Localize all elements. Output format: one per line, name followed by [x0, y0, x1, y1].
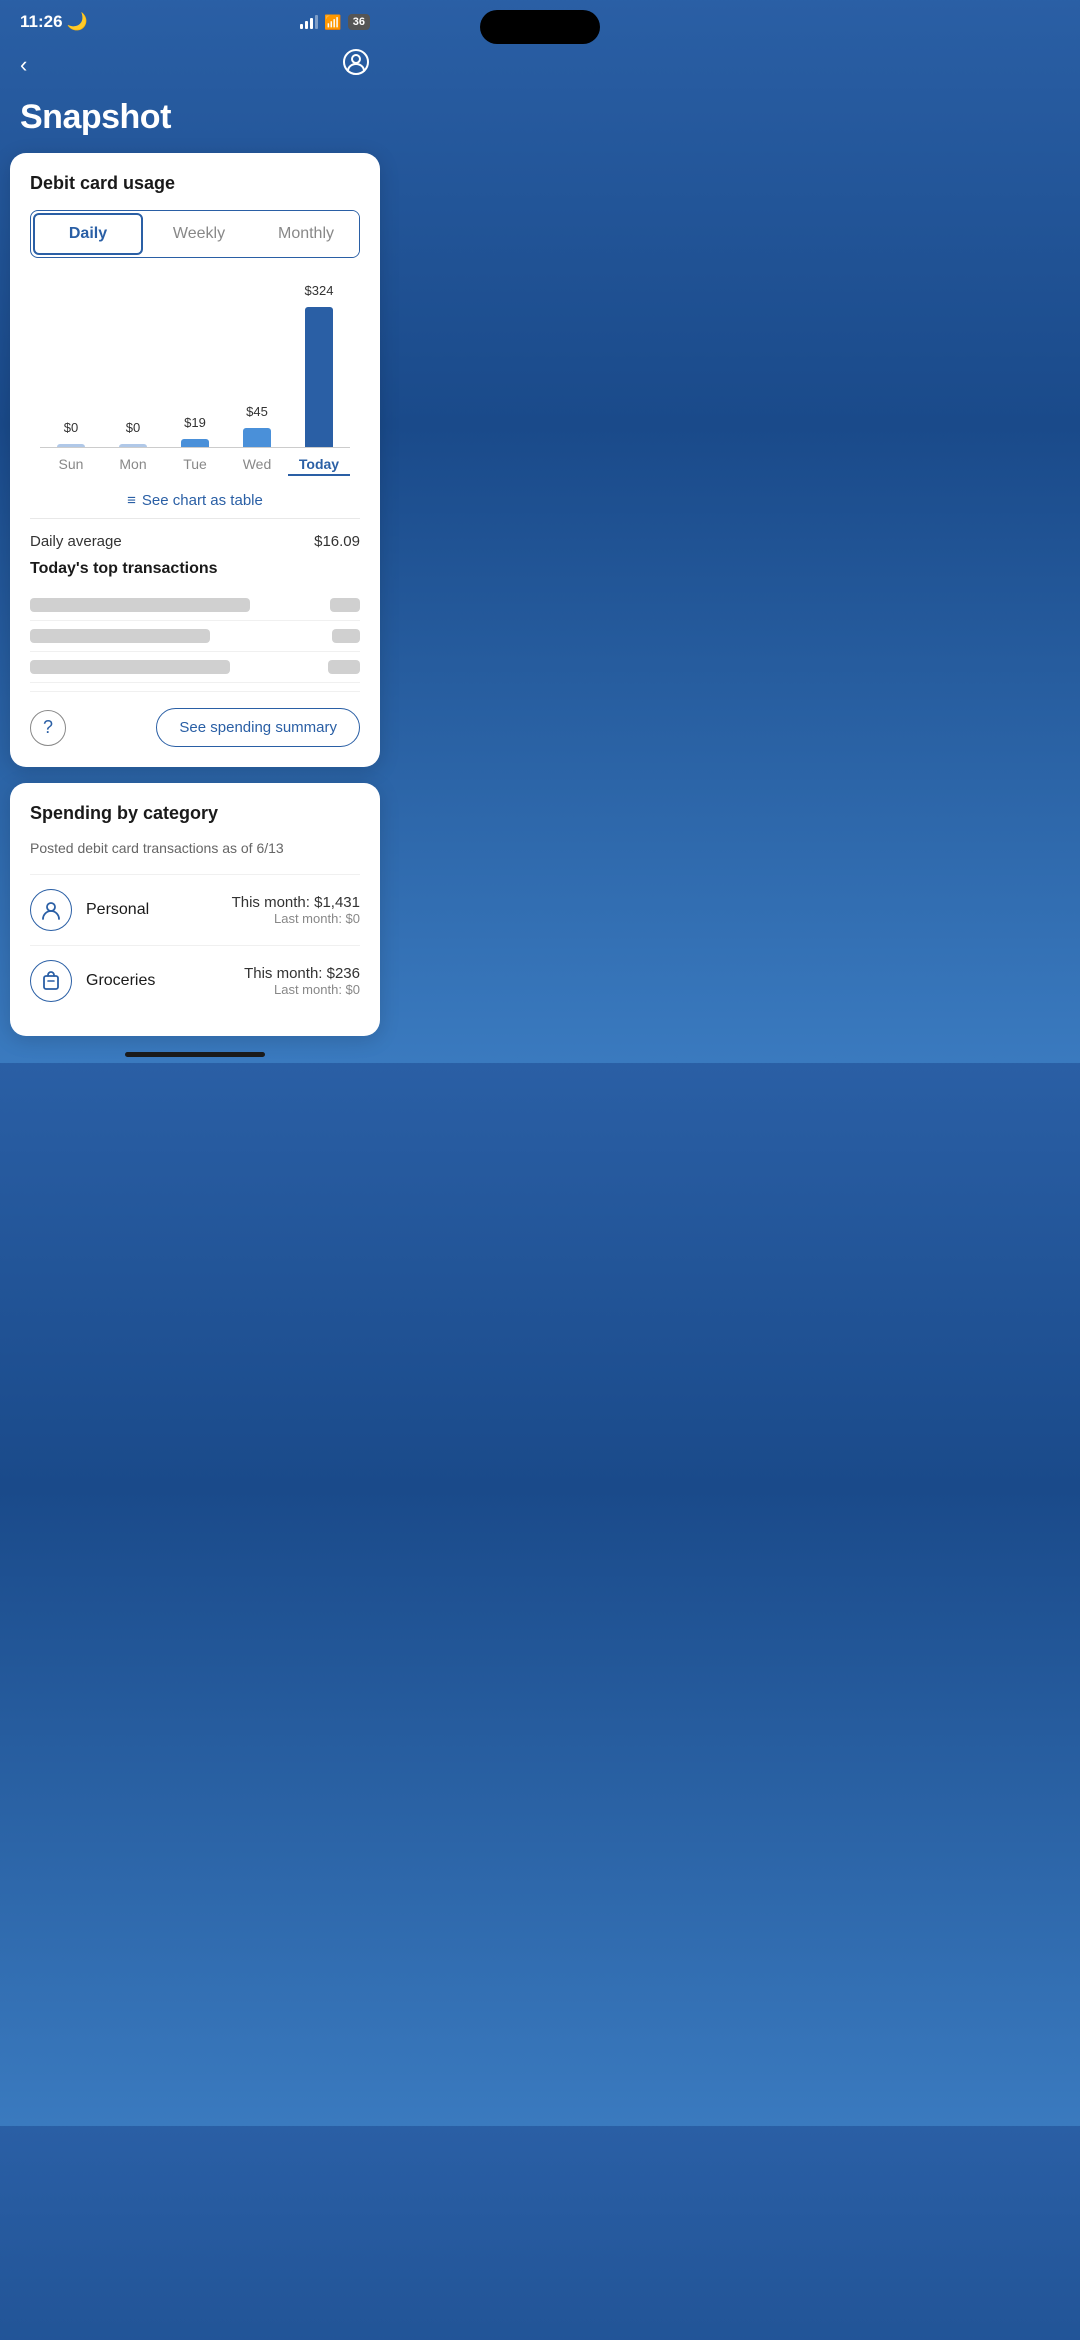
- category-groceries-row[interactable]: Groceries This month: $236 Last month: $…: [30, 945, 360, 1016]
- debit-card-title: Debit card usage: [30, 173, 360, 194]
- bar-day-labels: SunMonTueWedToday: [40, 448, 350, 476]
- bar-today: [305, 307, 333, 447]
- help-button[interactable]: ?: [30, 710, 66, 746]
- signal-icon: [300, 15, 318, 29]
- transactions-title: Today's top transactions: [30, 560, 360, 578]
- transaction-row: [30, 652, 360, 683]
- battery-icon: 36: [348, 14, 370, 30]
- spending-category-card: Spending by category Posted debit card t…: [10, 783, 380, 1036]
- groceries-this-month: This month: $236: [244, 965, 360, 982]
- transaction-detail-blur: [30, 598, 250, 612]
- chart-link[interactable]: ≡ See chart as table: [30, 492, 360, 510]
- groceries-amounts: This month: $236 Last month: $0: [244, 965, 360, 997]
- bar-amount-wed: $45: [246, 404, 268, 422]
- bar-group-wed: $45: [226, 404, 288, 447]
- page-title: Snapshot: [0, 94, 390, 153]
- time-text: 11:26: [20, 12, 63, 32]
- help-icon: ?: [43, 717, 53, 738]
- bar-chart: $0 $0 $19 $45 $324 SunMonTueWedToday: [30, 278, 360, 476]
- back-button[interactable]: ‹: [20, 52, 27, 78]
- tab-daily[interactable]: Daily: [33, 213, 143, 255]
- table-icon: ≡: [127, 492, 136, 509]
- bar-amount-mon: $0: [126, 420, 140, 438]
- tab-monthly[interactable]: Monthly: [252, 211, 359, 257]
- transaction-row: [30, 590, 360, 621]
- bar-tue: [181, 439, 209, 447]
- transaction-row: [30, 621, 360, 652]
- bar-amount-tue: $19: [184, 415, 206, 433]
- transaction-amount-blur: [330, 598, 360, 612]
- bar-group-tue: $19: [164, 415, 226, 447]
- bar-mon: [119, 444, 147, 447]
- daily-average-value: $16.09: [314, 533, 360, 550]
- groceries-label: Groceries: [86, 972, 230, 990]
- personal-label: Personal: [86, 901, 218, 919]
- day-label-sun: Sun: [40, 456, 102, 476]
- bar-amount-today: $324: [305, 283, 334, 301]
- category-personal-row[interactable]: Personal This month: $1,431 Last month: …: [30, 874, 360, 945]
- bar-wed: [243, 428, 271, 447]
- status-icons: 📶 36: [300, 14, 370, 31]
- transaction-detail-blur: [30, 660, 230, 674]
- debit-card-usage-card: Debit card usage Daily Weekly Monthly $0…: [10, 153, 380, 767]
- daily-average-row: Daily average $16.09: [30, 518, 360, 560]
- transactions-list: [30, 590, 360, 683]
- dynamic-island: [480, 10, 600, 44]
- bar-group-mon: $0: [102, 420, 164, 447]
- bar-sun: [57, 444, 85, 447]
- see-chart-label: See chart as table: [142, 492, 263, 509]
- card-footer: ? See spending summary: [30, 691, 360, 747]
- transaction-detail-blur: [30, 629, 210, 643]
- personal-this-month: This month: $1,431: [232, 894, 360, 911]
- groceries-icon: [30, 960, 72, 1002]
- daily-average-label: Daily average: [30, 533, 122, 550]
- profile-button[interactable]: [342, 48, 370, 82]
- transaction-amount-blur: [328, 660, 360, 674]
- category-title: Spending by category: [30, 803, 360, 824]
- status-time: 11:26 🌙: [20, 12, 88, 32]
- day-label-today: Today: [288, 456, 350, 476]
- tab-weekly[interactable]: Weekly: [145, 211, 252, 257]
- day-label-wed: Wed: [226, 456, 288, 476]
- home-indicator: [125, 1052, 265, 1057]
- category-subtitle: Posted debit card transactions as of 6/1…: [30, 840, 360, 856]
- bar-group-today: $324: [288, 283, 350, 447]
- personal-last-month: Last month: $0: [232, 911, 360, 926]
- transaction-amount-blur: [332, 629, 360, 643]
- see-chart-link[interactable]: ≡ See chart as table: [127, 492, 263, 509]
- groceries-last-month: Last month: $0: [244, 982, 360, 997]
- personal-amounts: This month: $1,431 Last month: $0: [232, 894, 360, 926]
- status-bar: 11:26 🌙 📶 36: [0, 0, 390, 40]
- moon-icon: 🌙: [67, 12, 88, 32]
- nav-bar: ‹: [0, 40, 390, 94]
- bars-container: $0$0$19$45$324: [40, 288, 350, 448]
- see-spending-button[interactable]: See spending summary: [156, 708, 360, 747]
- bar-group-sun: $0: [40, 420, 102, 447]
- bar-amount-sun: $0: [64, 420, 78, 438]
- day-label-tue: Tue: [164, 456, 226, 476]
- personal-icon: [30, 889, 72, 931]
- wifi-icon: 📶: [324, 14, 341, 31]
- usage-tabs: Daily Weekly Monthly: [30, 210, 360, 258]
- day-label-mon: Mon: [102, 456, 164, 476]
